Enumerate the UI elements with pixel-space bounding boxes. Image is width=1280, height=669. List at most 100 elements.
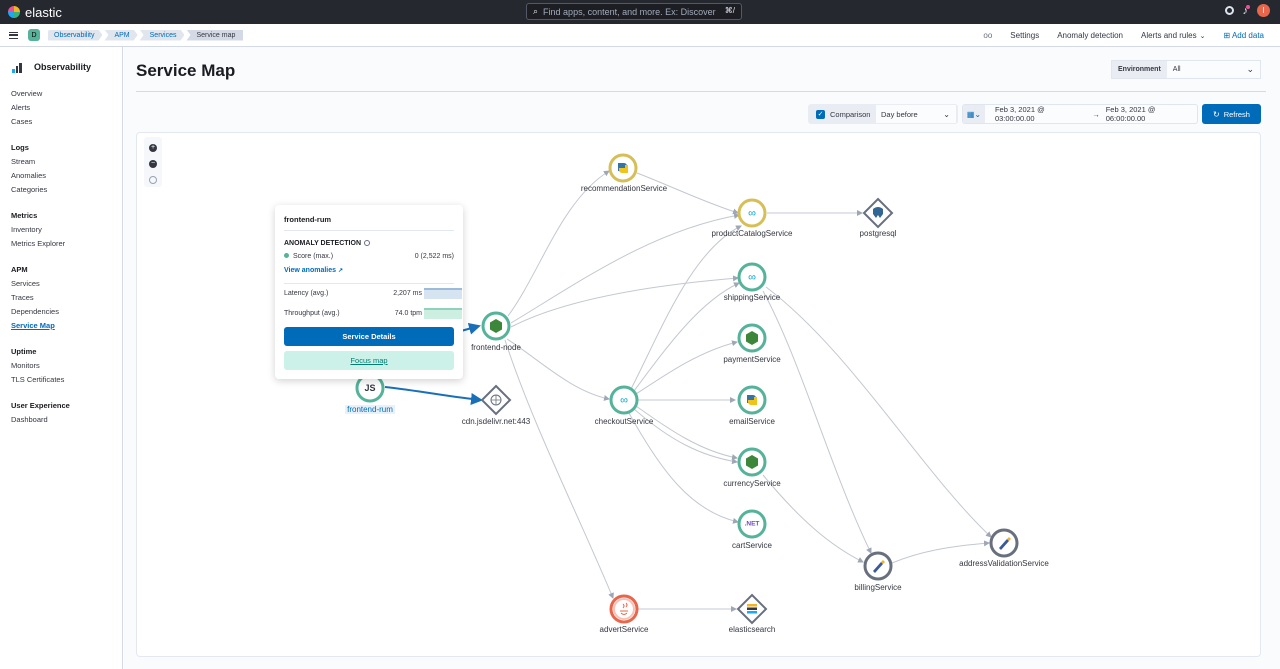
sidebar-item-metrics-explorer[interactable]: Metrics Explorer bbox=[11, 237, 70, 251]
help-icon[interactable] bbox=[1224, 6, 1234, 15]
sidebar-item-service-map[interactable]: Service Map bbox=[11, 319, 70, 333]
app-header: D Observability APM Services Service map… bbox=[0, 24, 1280, 47]
environment-value: All bbox=[1172, 66, 1181, 73]
sidebar-item-categories[interactable]: Categories bbox=[11, 183, 70, 197]
service-details-button[interactable]: Service Details bbox=[284, 327, 454, 346]
refresh-button[interactable]: ↻ Refresh bbox=[1202, 104, 1261, 124]
edge-rum-cdn bbox=[384, 386, 483, 405]
user-avatar[interactable]: l bbox=[1257, 4, 1270, 17]
sidebar-item-cases[interactable]: Cases bbox=[11, 115, 70, 129]
throughput-label: Throughput (avg.) bbox=[284, 309, 340, 317]
node-label-product-catalog-service[interactable]: productCatalogService bbox=[712, 229, 793, 238]
latency-value: 2,207 ms bbox=[393, 289, 422, 297]
comparison-label: Comparison bbox=[830, 109, 871, 119]
sidebar-item-services[interactable]: Services bbox=[11, 277, 70, 291]
global-header: elastic ⌕ Find apps, content, and more. … bbox=[0, 0, 1280, 24]
search-placeholder: Find apps, content, and more. Ex: Discov… bbox=[543, 6, 716, 17]
node-frontend-node bbox=[481, 311, 511, 341]
sidebar-group-user-experience: User Experience bbox=[11, 401, 70, 410]
anomaly-detection-heading-text: ANOMALY DETECTION bbox=[284, 240, 362, 247]
breadcrumb-observability[interactable]: Observability bbox=[48, 30, 102, 41]
node-label-frontend-node[interactable]: frontend-node bbox=[471, 343, 521, 352]
calendar-icon[interactable]: ▦⌄ bbox=[963, 105, 985, 123]
anomaly-detection-link[interactable]: Anomaly detection bbox=[1057, 31, 1123, 40]
node-shipping-service: ∞ bbox=[737, 262, 767, 292]
side-nav-title-text: Observability bbox=[34, 62, 92, 72]
global-search-input[interactable]: ⌕ Find apps, content, and more. Ex: Disc… bbox=[526, 3, 742, 20]
sidebar-item-tls-certificates[interactable]: TLS Certificates bbox=[11, 373, 70, 387]
node-label-cart-service[interactable]: cartService bbox=[732, 541, 772, 550]
breadcrumb-services[interactable]: Services bbox=[140, 30, 185, 41]
edge-shipping-billing bbox=[762, 290, 872, 554]
anomaly-score-label: Score (max.) bbox=[293, 253, 334, 260]
sidebar-item-log-anomalies[interactable]: Anomalies bbox=[11, 169, 70, 183]
node-label-postgresql[interactable]: postgresql bbox=[860, 229, 897, 238]
popover-title: frontend-rum bbox=[284, 215, 332, 224]
breadcrumb-service-map: Service map bbox=[186, 29, 244, 41]
anomaly-score-value: 0 (2,522 ms) bbox=[414, 253, 454, 260]
comparison-checkbox[interactable]: ✓ bbox=[816, 109, 825, 119]
view-anomalies-link[interactable]: View anomalies ↗ bbox=[284, 267, 343, 274]
sidebar-item-inventory[interactable]: Inventory bbox=[11, 223, 70, 237]
node-label-address-validation-service[interactable]: addressValidationService bbox=[959, 559, 1049, 568]
menu-toggle-icon[interactable] bbox=[9, 31, 18, 39]
sidebar-item-stream[interactable]: Stream bbox=[11, 155, 70, 169]
inspect-glasses-icon[interactable]: oo bbox=[983, 31, 992, 40]
latency-label: Latency (avg.) bbox=[284, 289, 329, 297]
space-avatar[interactable]: D bbox=[28, 29, 40, 41]
svg-text:∞: ∞ bbox=[620, 395, 628, 407]
center-map-icon[interactable] bbox=[149, 176, 157, 184]
node-label-elasticsearch[interactable]: elasticsearch bbox=[729, 625, 776, 634]
comparison-type-select[interactable]: Day before ⌄ bbox=[876, 105, 956, 123]
node-postgresql bbox=[862, 197, 894, 229]
popover-divider bbox=[284, 230, 454, 231]
add-data-link[interactable]: ⊞ Add data bbox=[1223, 31, 1264, 40]
node-label-shipping-service[interactable]: shippingService bbox=[724, 293, 780, 302]
node-cdn bbox=[480, 384, 512, 416]
edge-rum-frontend bbox=[460, 322, 481, 335]
node-label-payment-service[interactable]: paymentService bbox=[723, 355, 780, 364]
popover-divider bbox=[284, 283, 454, 284]
elastic-home-link[interactable]: elastic bbox=[8, 5, 62, 20]
sidebar-item-alerts[interactable]: Alerts bbox=[11, 101, 70, 115]
focus-map-button[interactable]: Focus map bbox=[284, 351, 454, 370]
node-label-billing-service[interactable]: billingService bbox=[854, 583, 901, 592]
elastic-logo-icon bbox=[8, 6, 20, 18]
sidebar-item-dashboard[interactable]: Dashboard bbox=[11, 413, 70, 427]
sidebar-item-dependencies[interactable]: Dependencies bbox=[11, 305, 70, 319]
date-end[interactable]: Feb 3, 2021 @ 06:00:00.00 bbox=[1106, 105, 1197, 123]
node-label-cdn[interactable]: cdn.jsdelivr.net:443 bbox=[462, 417, 531, 426]
breadcrumb-apm[interactable]: APM bbox=[104, 30, 137, 41]
sidebar-item-traces[interactable]: Traces bbox=[11, 291, 70, 305]
news-bell-icon[interactable]: ♪ bbox=[1243, 4, 1250, 17]
sidebar-item-monitors[interactable]: Monitors bbox=[11, 359, 70, 373]
node-label-frontend-rum[interactable]: frontend-rum bbox=[345, 405, 395, 414]
node-elasticsearch bbox=[736, 593, 768, 625]
edge-currency-billing bbox=[762, 474, 864, 563]
node-label-recommendation-service[interactable]: recommendationService bbox=[581, 184, 667, 193]
anomaly-detection-heading: ANOMALY DETECTION bbox=[284, 240, 371, 247]
node-label-currency-service[interactable]: currencyService bbox=[723, 479, 780, 488]
info-icon[interactable] bbox=[364, 240, 371, 247]
environment-label: Environment bbox=[1112, 61, 1167, 78]
sidebar-item-overview[interactable]: Overview bbox=[11, 87, 70, 101]
search-icon: ⌕ bbox=[533, 6, 539, 16]
node-payment-service bbox=[737, 323, 767, 353]
service-popover: frontend-rum ANOMALY DETECTION Score (ma… bbox=[275, 205, 463, 379]
side-nav-title: Observability bbox=[12, 61, 91, 73]
alerts-rules-menu[interactable]: Alerts and rules ⌄ bbox=[1141, 31, 1205, 40]
zoom-out-icon[interactable]: − bbox=[149, 160, 157, 168]
date-picker[interactable]: ▦⌄ Feb 3, 2021 @ 03:00:00.00 → Feb 3, 20… bbox=[962, 104, 1198, 124]
environment-select[interactable]: Environment All ⌄ bbox=[1111, 60, 1261, 79]
node-label-email-service[interactable]: emailService bbox=[729, 417, 775, 426]
node-label-checkout-service[interactable]: checkoutService bbox=[595, 417, 654, 426]
search-shortcut: ⌘/ bbox=[724, 6, 735, 15]
node-checkout-service: ∞ bbox=[609, 385, 639, 415]
edge-frontend-advert bbox=[504, 339, 614, 599]
anomaly-score-row: Score (max.) 0 (2,522 ms) bbox=[284, 253, 454, 260]
node-label-advert-service[interactable]: advertService bbox=[600, 625, 649, 634]
date-start[interactable]: Feb 3, 2021 @ 03:00:00.00 bbox=[995, 105, 1086, 123]
zoom-in-icon[interactable]: + bbox=[149, 144, 157, 152]
node-address-validation-service bbox=[989, 528, 1019, 558]
settings-link[interactable]: Settings bbox=[1010, 31, 1039, 40]
